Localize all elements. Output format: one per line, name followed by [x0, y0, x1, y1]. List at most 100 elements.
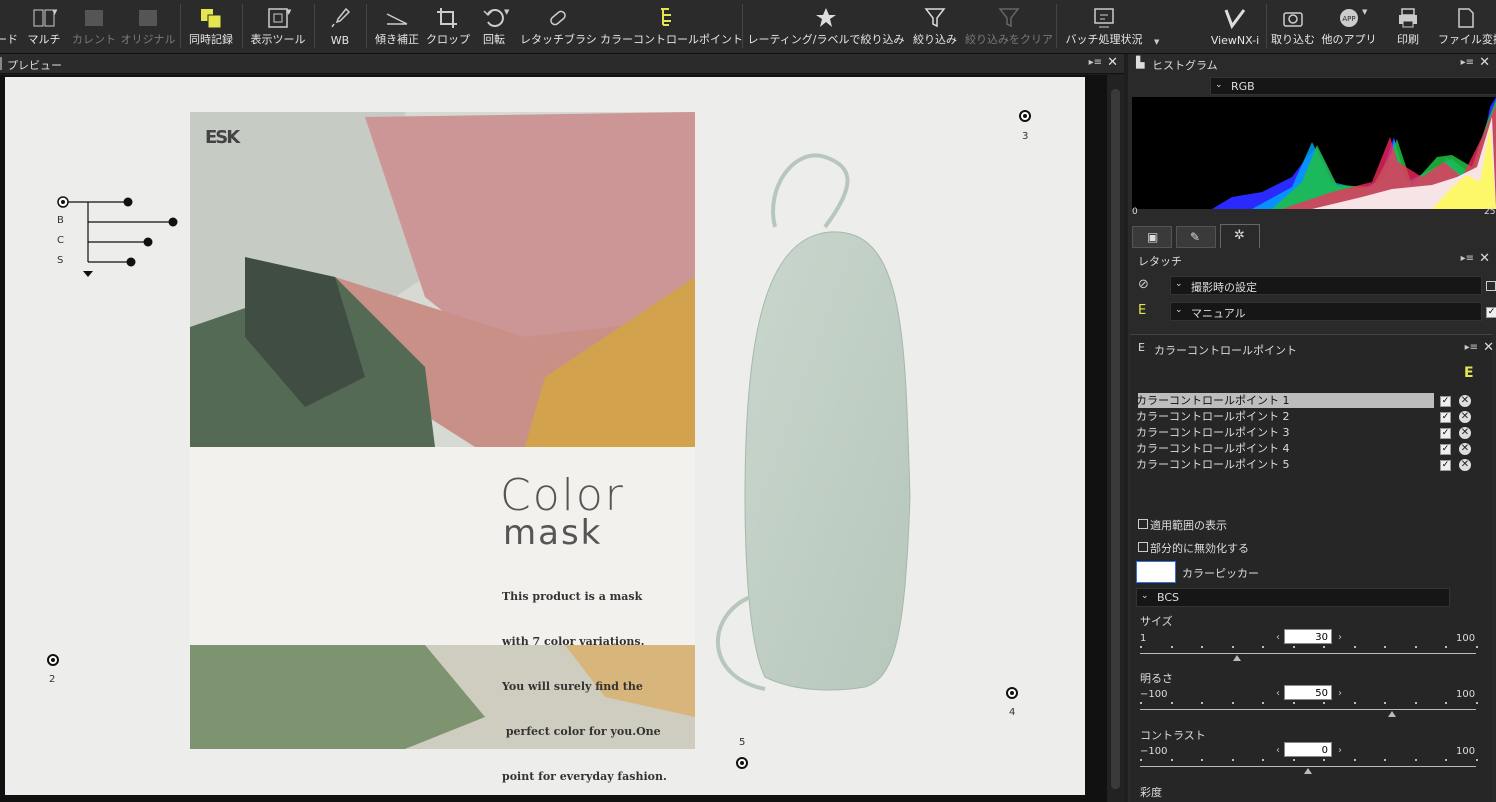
slider-tick — [1475, 759, 1478, 761]
ccp-list-item[interactable]: カラーコントロールポイント 4 — [1136, 441, 1434, 456]
ccp-item-3-checkbox[interactable]: ✓ — [1440, 428, 1451, 439]
brightness-slider-track[interactable] — [1140, 709, 1476, 710]
retouch-row-2-checkbox[interactable]: ✓ — [1486, 307, 1496, 318]
slider-tick — [1323, 702, 1325, 704]
filter-clear-icon — [998, 8, 1020, 28]
straighten-icon — [386, 13, 408, 25]
control-point-2[interactable] — [47, 654, 59, 666]
chevron-down-icon[interactable]: ▼ — [504, 8, 509, 16]
color-control-point-button[interactable]: カラーコントロールポイント — [600, 0, 743, 54]
straighten-button[interactable]: 傾き補正 — [372, 0, 422, 54]
panel-menu-icon[interactable]: ▸≡ — [1089, 57, 1102, 68]
control-point-4[interactable] — [1006, 687, 1018, 699]
histogram-axis-max: 25 — [1484, 207, 1496, 217]
display-tool-button[interactable]: 表示ツール — [248, 0, 308, 54]
tab-retouch[interactable]: ✲ — [1220, 224, 1260, 248]
increment-icon[interactable]: › — [1338, 688, 1342, 699]
slider-tick — [1414, 702, 1417, 704]
simultaneous-record-icon — [201, 9, 222, 29]
ccp-item-1-checkbox[interactable]: ✓ — [1440, 396, 1451, 407]
close-icon[interactable]: ✕ — [1483, 340, 1494, 355]
wb-button[interactable]: WB — [320, 0, 360, 54]
other-apps-icon: APP — [1340, 9, 1358, 27]
close-icon[interactable]: ✕ — [1479, 251, 1490, 266]
ccp-item-2-checkbox[interactable]: ✓ — [1440, 412, 1451, 423]
file-convert-button[interactable]: ファイル変換 — [1432, 0, 1496, 54]
increment-icon[interactable]: › — [1338, 745, 1342, 756]
rating-filter-button[interactable]: レーティング/ラベルで絞り込み — [746, 0, 906, 54]
slider-tick — [1292, 646, 1295, 648]
import-button[interactable]: 取り込む — [1270, 0, 1316, 54]
color-picker-swatch[interactable] — [1136, 561, 1176, 583]
close-icon[interactable]: ✕ — [1107, 55, 1118, 70]
simultaneous-record-button[interactable]: 同時記録 — [186, 0, 236, 54]
tab-edit[interactable]: ✎ — [1176, 226, 1216, 248]
panel-menu-icon[interactable]: ▸≡ — [1465, 342, 1478, 353]
ccp-item-5-delete-icon[interactable]: ✕ — [1459, 459, 1471, 471]
ccp-item-5-checkbox[interactable]: ✓ — [1440, 460, 1451, 471]
mode-button[interactable]: ード — [0, 0, 18, 54]
close-icon[interactable]: ✕ — [1479, 55, 1490, 70]
crop-button[interactable]: クロップ — [426, 0, 470, 54]
chevron-down-icon[interactable]: ▼ — [286, 8, 291, 16]
partial-disable-checkbox[interactable] — [1138, 542, 1148, 552]
size-slider-knob[interactable] — [1233, 655, 1242, 661]
decrement-icon[interactable]: ‹ — [1276, 688, 1280, 699]
ccp-header: E カラーコントロールポイント ▸≡ ✕ — [1130, 339, 1494, 359]
contrast-slider-track[interactable] — [1140, 766, 1476, 767]
ccp-item-4-checkbox[interactable]: ✓ — [1440, 444, 1451, 455]
add-control-point-button[interactable]: E — [1464, 365, 1474, 381]
other-apps-button[interactable]: APP 他のアプリ — [1320, 0, 1378, 54]
retouch-row-2-select[interactable]: ⌄ マニュアル — [1170, 302, 1482, 321]
size-value-input[interactable]: 30 — [1284, 629, 1332, 644]
ccp-item-3-delete-icon[interactable]: ✕ — [1459, 427, 1471, 439]
ccp-item-1-delete-icon[interactable]: ✕ — [1459, 395, 1471, 407]
slider-tick — [1201, 759, 1203, 761]
histogram-channel-select[interactable]: ⌄ RGB — [1210, 77, 1496, 95]
brightness-value-input[interactable]: 50 — [1284, 685, 1332, 700]
ccp-list-item[interactable]: カラーコントロールポイント 1 — [1136, 393, 1434, 408]
original-button[interactable]: オリジナル — [120, 0, 176, 54]
batch-status-button[interactable]: バッチ処理状況 — [1060, 0, 1148, 54]
preview-scrollbar[interactable] — [1107, 75, 1124, 802]
chevron-down-icon[interactable]: ▼ — [52, 8, 57, 16]
ccp-list-item[interactable]: カラーコントロールポイント 3 — [1136, 425, 1434, 440]
decrement-icon[interactable]: ‹ — [1276, 632, 1280, 643]
print-button[interactable]: 印刷 — [1388, 0, 1428, 54]
retouch-row-1-select[interactable]: ⌄ 撮影時の設定 — [1170, 276, 1482, 295]
decrement-icon[interactable]: ‹ — [1276, 745, 1280, 756]
control-point-5[interactable] — [736, 757, 748, 769]
photo-canvas[interactable]: ESK Color mask This product is a mask wi… — [5, 77, 1085, 795]
ccp-list-item[interactable]: カラーコントロールポイント 2 — [1136, 409, 1434, 424]
brightness-slider-knob[interactable] — [1388, 711, 1396, 717]
panel-menu-icon[interactable]: ▸≡ — [1461, 57, 1474, 68]
control-point-4-label: 4 — [1009, 707, 1016, 718]
slider-tick — [1445, 702, 1447, 704]
multi-button[interactable]: マルチ — [24, 0, 64, 54]
contrast-value-input[interactable]: 0 — [1284, 742, 1332, 757]
active-control-point-handles[interactable] — [55, 193, 185, 279]
histogram-axis-min: 0 — [1132, 207, 1138, 217]
ccp-header-icon: E — [1138, 341, 1145, 354]
viewnx-button[interactable]: ViewNX-i — [1208, 0, 1262, 54]
increment-icon[interactable]: › — [1338, 632, 1342, 643]
show-range-checkbox[interactable] — [1138, 519, 1148, 529]
filter-button[interactable]: 絞り込み — [910, 0, 960, 54]
panel-menu-icon[interactable]: ▸≡ — [1461, 253, 1474, 264]
control-point-3[interactable] — [1019, 110, 1031, 122]
chevron-down-icon[interactable]: ▼ — [1362, 8, 1367, 16]
tab-info[interactable]: ▣ — [1132, 226, 1172, 248]
current-button[interactable]: カレント — [72, 0, 116, 54]
bcs-mode-select[interactable]: ⌄ BCS — [1136, 588, 1450, 607]
ccp-list-item[interactable]: カラーコントロールポイント 5 — [1136, 457, 1434, 472]
contrast-slider-knob[interactable] — [1304, 768, 1312, 774]
chevron-down-icon[interactable]: ▼ — [1154, 38, 1159, 46]
retouch-brush-button[interactable]: レタッチブラシ — [520, 0, 597, 54]
size-slider-track[interactable] — [1140, 653, 1476, 654]
ccp-item-2-delete-icon[interactable]: ✕ — [1459, 411, 1471, 423]
info-icon: ▣ — [1147, 230, 1159, 244]
slider-tick — [1140, 759, 1142, 761]
filter-clear-button[interactable]: 絞り込みをクリア — [964, 0, 1054, 54]
ccp-item-4-delete-icon[interactable]: ✕ — [1459, 443, 1471, 455]
retouch-row-1-checkbox[interactable] — [1486, 281, 1496, 291]
